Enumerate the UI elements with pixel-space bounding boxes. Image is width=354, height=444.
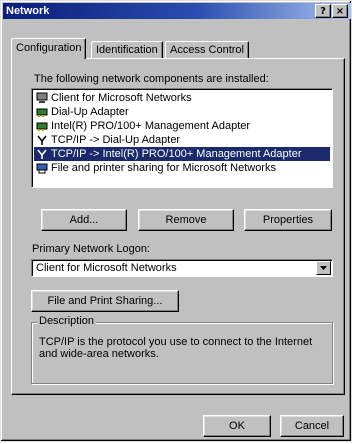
add-button[interactable]: Add... [41, 209, 127, 231]
primary-logon-label: Primary Network Logon: [32, 243, 150, 255]
tab-access-control[interactable]: Access Control [165, 41, 249, 59]
description-text: TCP/IP is the protocol you use to connec… [39, 336, 313, 360]
list-item[interactable]: Client for Microsoft Networks [34, 91, 195, 105]
network-dialog: Network ? × Configuration Identification… [0, 0, 352, 442]
adapter-icon [36, 122, 48, 131]
file-print-sharing-button[interactable]: File and Print Sharing... [31, 290, 179, 312]
remove-button[interactable]: Remove [138, 209, 234, 231]
list-item[interactable]: Intel(R) PRO/100+ Management Adapter [34, 119, 253, 133]
client-icon [36, 92, 48, 103]
list-item-label: TCP/IP -> Intel(R) PRO/100+ Management A… [51, 148, 302, 160]
primary-logon-select[interactable]: Client for Microsoft Networks [31, 259, 333, 277]
tab-identification[interactable]: Identification [91, 41, 163, 59]
list-item-label: Intel(R) PRO/100+ Management Adapter [51, 120, 251, 132]
dropdown-button[interactable] [316, 261, 331, 275]
cancel-button[interactable]: Cancel [280, 415, 344, 437]
list-item-label: Dial-Up Adapter [51, 106, 129, 118]
properties-button[interactable]: Properties [244, 209, 332, 231]
close-button[interactable]: × [332, 4, 348, 18]
list-item[interactable]: TCP/IP -> Dial-Up Adapter [34, 133, 183, 147]
list-item-label: TCP/IP -> Dial-Up Adapter [51, 134, 181, 146]
components-list[interactable]: Client for Microsoft Networks Dial-Up Ad… [31, 88, 333, 188]
title-bar[interactable]: Network ? × [3, 3, 351, 19]
list-item[interactable]: File and printer sharing for Microsoft N… [34, 161, 279, 175]
protocol-icon [37, 149, 47, 159]
description-title: Description [37, 315, 97, 327]
window-title: Network [6, 5, 50, 17]
adapter-icon [36, 108, 48, 117]
list-item-label: File and printer sharing for Microsoft N… [51, 162, 276, 174]
tab-configuration[interactable]: Configuration [11, 38, 87, 59]
primary-logon-value: Client for Microsoft Networks [36, 262, 177, 274]
protocol-icon [37, 135, 47, 145]
list-item-label: Client for Microsoft Networks [51, 92, 192, 104]
components-heading: The following network components are ins… [34, 73, 269, 85]
service-icon [36, 163, 48, 174]
chevron-down-icon [320, 266, 327, 270]
ok-button[interactable]: OK [203, 415, 271, 437]
help-button[interactable]: ? [315, 4, 331, 18]
list-item[interactable]: Dial-Up Adapter [34, 105, 132, 119]
list-item-selected[interactable]: TCP/IP -> Intel(R) PRO/100+ Management A… [34, 147, 330, 161]
